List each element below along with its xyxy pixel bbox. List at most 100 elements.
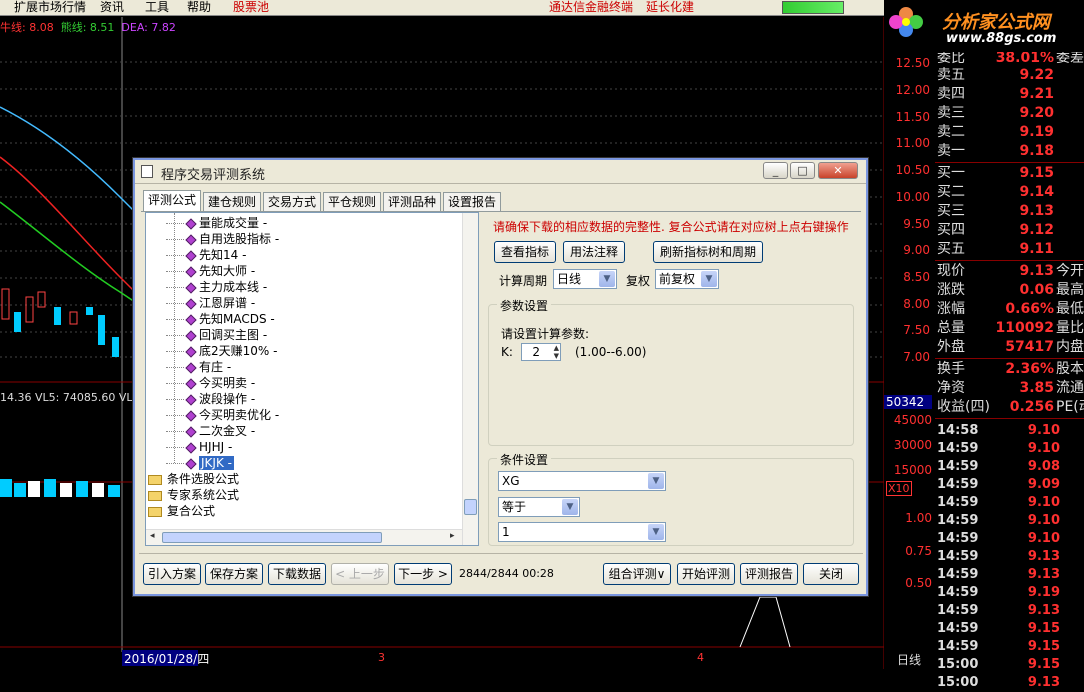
formula-icon — [185, 345, 197, 358]
view-indicator-button[interactable]: 查看指标 — [494, 241, 556, 263]
formula-tree[interactable]: 量能成交量 - 自用选股指标 - 先知14 - 先知大师 - 主力成本线 - 江恩屏谱 -… — [145, 212, 479, 546]
price-tick: 12.00 — [895, 83, 930, 97]
combo-test-button[interactable]: 组合评测∨ — [603, 563, 671, 585]
period-label[interactable]: 日线 — [897, 651, 921, 668]
ask-row: 卖二 9.19 — [937, 124, 1054, 140]
tree-formula-item[interactable]: JKJK - — [166, 455, 234, 471]
tree-formula-item[interactable]: 量能成交量 - — [166, 215, 267, 231]
chevron-down-icon[interactable]: ▼ — [562, 499, 578, 515]
menu-stock-pool[interactable]: 股票池 — [233, 0, 269, 15]
refresh-tree-button[interactable]: 刷新指标树和周期 — [653, 241, 763, 263]
formula-icon — [185, 377, 197, 390]
params-hint: 请设置计算参数: — [501, 327, 590, 341]
dialog-titlebar[interactable]: 程序交易评测系统 _ □ ✕ — [135, 160, 866, 184]
volume-tick: 15000 — [893, 463, 932, 477]
tree-formula-item[interactable]: 底2天赚10% - — [166, 343, 277, 359]
bid-row: 买二 9.14 — [937, 184, 1054, 200]
param-value-spinner[interactable]: 2 ▲ ▼ — [521, 343, 561, 361]
adjust-select[interactable]: 前复权 ▼ — [655, 269, 719, 289]
tab-trade-mode[interactable]: 交易方式 — [263, 192, 322, 211]
tree-formula-item[interactable]: HJHJ - — [166, 439, 232, 455]
ask-row: 卖一 9.18 — [937, 143, 1054, 159]
tick-row: 14:59 9.19 — [937, 585, 1060, 600]
scroll-thumb[interactable] — [464, 499, 477, 515]
tab-entry-rules[interactable]: 建仓规则 — [203, 192, 262, 211]
formula-icon — [185, 249, 197, 262]
param-range: (1.00--6.00) — [575, 345, 647, 359]
formula-icon — [185, 297, 197, 310]
tree-folder[interactable]: 复合公式 — [148, 503, 215, 519]
start-test-button[interactable]: 开始评测 — [677, 563, 735, 585]
chevron-down-icon[interactable]: ▼ — [648, 473, 664, 489]
price-tick: 10.00 — [895, 190, 930, 204]
usage-notes-button[interactable]: 用法注释 — [563, 241, 625, 263]
next-step-button[interactable]: 下一步 > — [394, 563, 452, 585]
condition-variable-select[interactable]: XG ▼ — [498, 471, 666, 491]
price-tick: 12.50 — [895, 56, 930, 70]
tree-formula-item[interactable]: 今买明卖 - — [166, 375, 255, 391]
menu-news[interactable]: 资讯 — [100, 0, 124, 15]
app-title: 通达信金融终端 — [549, 0, 634, 14]
date-label: 2016/01/28/四 — [124, 652, 210, 666]
tree-formula-item[interactable]: 先知MACDS - — [166, 311, 275, 327]
stat-row: 收益(四)0.256PE(动 — [937, 399, 1084, 415]
test-report-button[interactable]: 评测报告 — [740, 563, 798, 585]
formula-icon — [185, 361, 197, 374]
tab-report-settings[interactable]: 设置报告 — [443, 192, 502, 211]
params-group-title: 参数设置 — [497, 297, 552, 314]
formula-icon — [185, 425, 197, 438]
x-tick-4: 4 — [697, 651, 704, 664]
param-name: K: — [501, 345, 513, 359]
volume-tick: 30000 — [893, 438, 932, 452]
tree-vertical-scrollbar[interactable] — [462, 213, 478, 545]
tab-formula[interactable]: 评测公式 — [143, 190, 202, 212]
indicator-tick: 0.75 — [905, 544, 932, 558]
formula-icon — [185, 457, 197, 470]
tree-formula-item[interactable]: 回调买主图 - — [166, 327, 267, 343]
tree-formula-item[interactable]: 先知14 - — [166, 247, 246, 263]
minimize-icon[interactable]: _ — [763, 162, 788, 179]
connection-status-bar — [782, 1, 844, 14]
close-icon[interactable]: ✕ — [818, 162, 858, 179]
scroll-thumb[interactable] — [162, 532, 382, 543]
tick-row: 14:59 9.10 — [937, 513, 1060, 528]
tree-horizontal-scrollbar[interactable]: ◂ ▸ — [146, 529, 462, 545]
tick-row: 14:59 9.13 — [937, 549, 1060, 564]
indicator-legend: 牛线: 8.08 熊线: 8.51 DEA: 7.82 — [0, 19, 176, 35]
chevron-down-icon[interactable]: ▼ — [701, 271, 717, 287]
spinner-arrows-icon[interactable]: ▲ ▼ — [554, 344, 559, 360]
save-plan-button[interactable]: 保存方案 — [205, 563, 263, 585]
volume-scale-badge[interactable]: X10 — [886, 481, 912, 496]
formula-icon — [185, 441, 197, 454]
tree-formula-item[interactable]: 波段操作 - — [166, 391, 255, 407]
tree-folder[interactable]: 条件选股公式 — [148, 471, 239, 487]
tree-formula-item[interactable]: 先知大师 - — [166, 263, 255, 279]
condition-operator-select[interactable]: 等于 ▼ — [498, 497, 580, 517]
tree-folder[interactable]: 专家系统公式 — [148, 487, 239, 503]
tab-exit-rules[interactable]: 平仓规则 — [323, 192, 382, 211]
menu-help[interactable]: 帮助 — [187, 0, 211, 15]
tab-instruments[interactable]: 评测品种 — [383, 192, 442, 211]
close-button[interactable]: 关闭 — [803, 563, 859, 585]
price-tick: 8.00 — [903, 297, 930, 311]
tree-formula-item[interactable]: 二次金叉 - — [166, 423, 255, 439]
tree-formula-item[interactable]: 自用选股指标 - — [166, 231, 279, 247]
indicator-tick: 0.50 — [905, 576, 932, 590]
tick-row: 14:59 9.09 — [937, 477, 1060, 492]
period-select[interactable]: 日线 ▼ — [553, 269, 617, 289]
tick-row: 14:59 9.13 — [937, 567, 1060, 582]
menu-extended-market[interactable]: 扩展市场行情 — [14, 0, 86, 15]
tree-formula-item[interactable]: 今买明卖优化 - — [166, 407, 279, 423]
maximize-icon[interactable]: □ — [790, 162, 815, 179]
chevron-down-icon[interactable]: ▼ — [648, 524, 664, 540]
tree-formula-item[interactable]: 江恩屏谱 - — [166, 295, 255, 311]
menu-tools[interactable]: 工具 — [145, 0, 169, 15]
watermark-logo: 分析家公式网 www.88gs.com — [884, 0, 1084, 52]
tree-formula-item[interactable]: 主力成本线 - — [166, 279, 267, 295]
chevron-down-icon[interactable]: ▼ — [599, 271, 615, 287]
import-plan-button[interactable]: 引入方案 — [143, 563, 201, 585]
prev-step-button[interactable]: < 上一步 — [331, 563, 389, 585]
tree-formula-item[interactable]: 有庄 - — [166, 359, 231, 375]
condition-value-select[interactable]: 1 ▼ — [498, 522, 666, 542]
download-data-button[interactable]: 下载数据 — [268, 563, 326, 585]
